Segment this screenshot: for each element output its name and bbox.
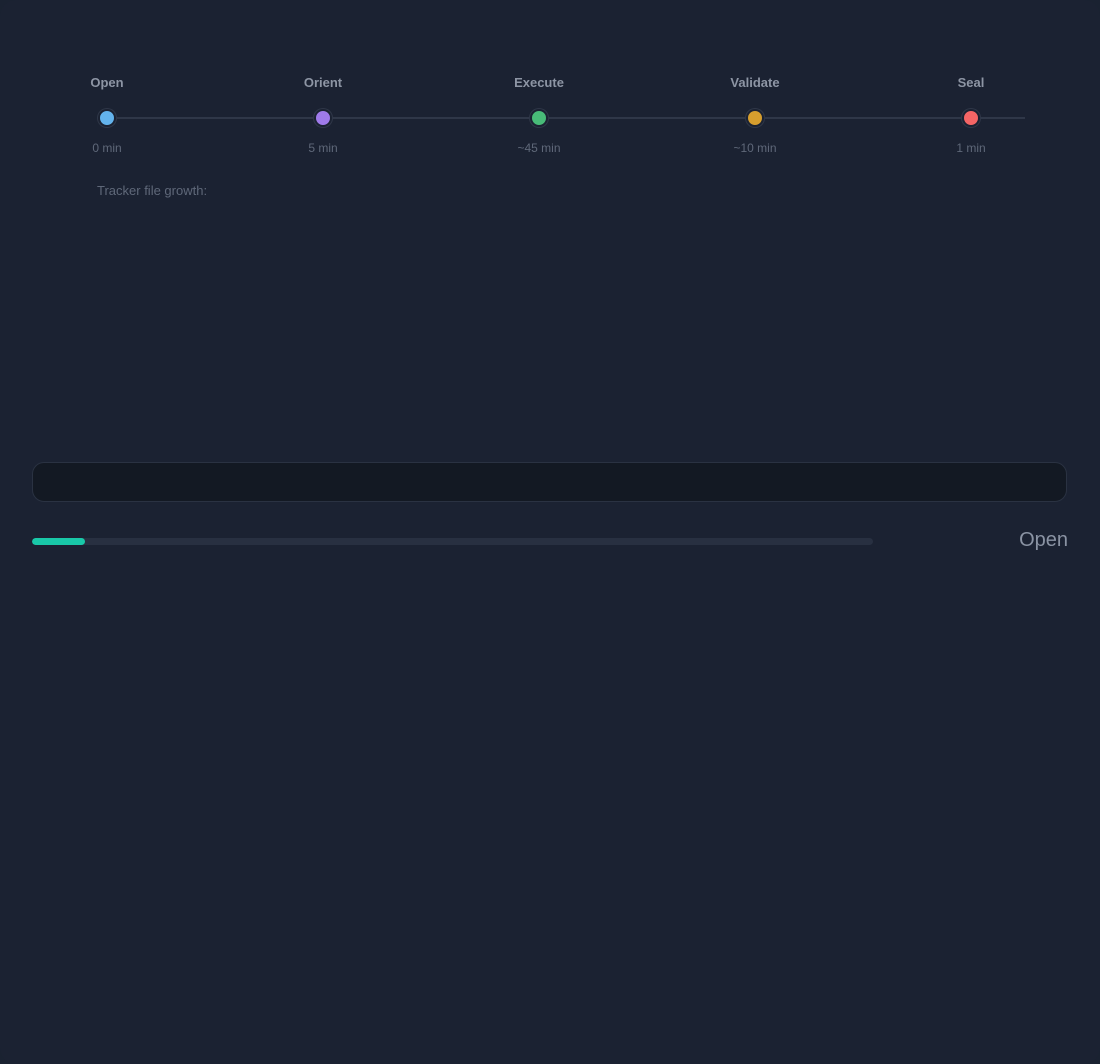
stage-execute[interactable]: Execute ~45 min — [459, 0, 619, 170]
stage-dot[interactable] — [962, 109, 980, 127]
current-phase-label: Open — [1019, 529, 1068, 551]
stage-duration: ~10 min — [733, 141, 777, 155]
tracker-growth-label: Tracker file growth: — [97, 183, 208, 198]
command-input[interactable] — [32, 462, 1067, 502]
stage-duration: ~45 min — [517, 141, 561, 155]
stage-name: Seal — [957, 75, 985, 90]
timeline-card: Open 0 min Orient 5 min Execute ~45 min … — [0, 0, 1100, 1064]
stage-name: Execute — [514, 75, 564, 90]
stage-name: Orient — [303, 75, 343, 90]
progress-fill — [32, 538, 85, 545]
stage-open[interactable]: Open 0 min — [27, 0, 187, 170]
stage-dot[interactable] — [314, 109, 332, 127]
stage-duration: 0 min — [92, 141, 122, 155]
progress-bar — [32, 538, 873, 545]
stage-timeline: Open 0 min Orient 5 min Execute ~45 min … — [0, 0, 1100, 170]
stage-name: Validate — [730, 75, 780, 90]
stage-seal[interactable]: Seal 1 min — [891, 0, 1051, 170]
stage-dot[interactable] — [530, 109, 548, 127]
stage-validate[interactable]: Validate ~10 min — [675, 0, 835, 170]
stage-dot[interactable] — [746, 109, 764, 127]
stage-duration: 1 min — [956, 141, 986, 155]
stage-name: Open — [90, 75, 124, 90]
stage-duration: 5 min — [308, 141, 338, 155]
stage-orient[interactable]: Orient 5 min — [243, 0, 403, 170]
stage-dot[interactable] — [98, 109, 116, 127]
